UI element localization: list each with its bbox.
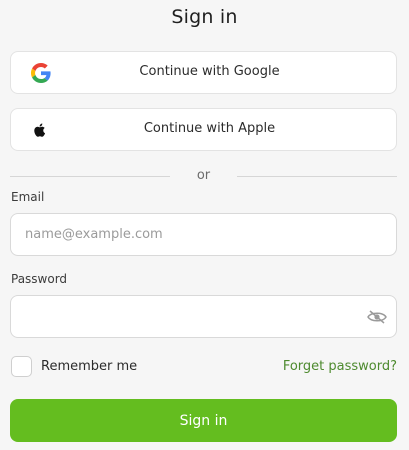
remember-me-label: Remember me bbox=[41, 359, 138, 374]
eye-hidden-icon[interactable] bbox=[367, 309, 387, 324]
email-label: Email bbox=[11, 190, 45, 204]
divider-line-right bbox=[237, 176, 397, 177]
or-divider: or bbox=[10, 167, 397, 185]
google-button-label: Continue with Google bbox=[139, 64, 280, 79]
apple-button-label: Continue with Apple bbox=[143, 121, 276, 136]
checkbox-box[interactable] bbox=[11, 356, 32, 377]
sign-in-page: Sign in Continue with Google Continue wi… bbox=[0, 0, 409, 450]
continue-with-apple-button[interactable]: Continue with Apple bbox=[10, 108, 397, 151]
password-field[interactable] bbox=[10, 295, 397, 338]
continue-with-google-button[interactable]: Continue with Google bbox=[10, 51, 397, 94]
forgot-password-link[interactable]: Forget password? bbox=[283, 359, 397, 374]
email-field[interactable] bbox=[10, 213, 397, 256]
password-label: Password bbox=[11, 272, 68, 286]
page-title: Sign in bbox=[171, 6, 238, 28]
sign-in-button[interactable]: Sign in bbox=[10, 399, 397, 442]
